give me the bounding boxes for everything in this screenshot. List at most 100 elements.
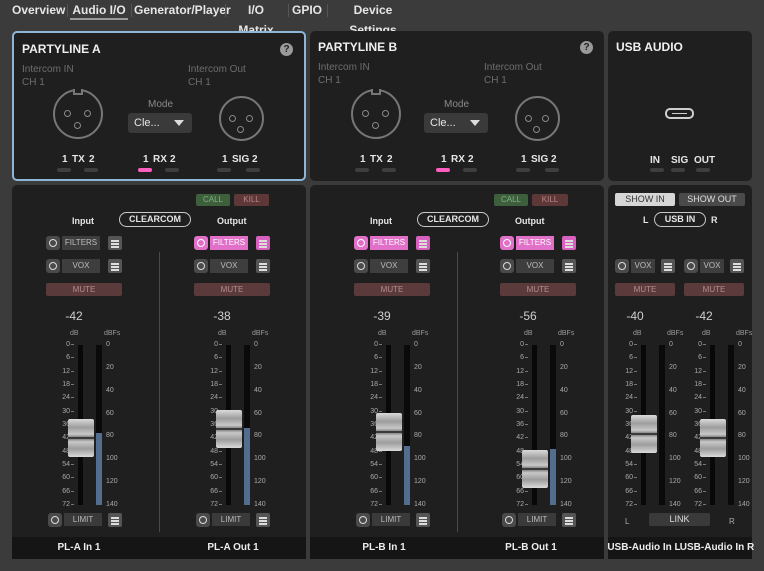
- rx-indicator-1: 1: [143, 154, 149, 165]
- tab-audio-io[interactable]: Audio I/O: [70, 0, 128, 20]
- usb-audio-panel[interactable]: USB AUDIO IN SIG OUT: [608, 31, 752, 181]
- db-tick-mark: [525, 370, 528, 372]
- vox-button[interactable]: VOX: [700, 259, 724, 273]
- vox-button[interactable]: VOX: [516, 259, 554, 273]
- vox-settings-icon[interactable]: [416, 259, 430, 273]
- clearcom-mode-toggle[interactable]: CLEARCOM: [417, 212, 489, 227]
- filters-power-icon[interactable]: [194, 236, 208, 250]
- dbfs-unit-label: dBFs: [558, 330, 575, 337]
- eq-settings-icon[interactable]: [562, 236, 576, 250]
- help-icon[interactable]: ?: [280, 43, 293, 56]
- db-tick-mark: [219, 384, 222, 385]
- filters-power-icon[interactable]: [354, 236, 368, 250]
- clearcom-mode-toggle[interactable]: CLEARCOM: [119, 212, 191, 227]
- fader-handle[interactable]: [376, 412, 402, 451]
- mute-button[interactable]: MUTE: [46, 283, 122, 296]
- vox-power-icon[interactable]: [615, 259, 629, 273]
- tab-gpio[interactable]: GPIO: [292, 0, 322, 20]
- show-in-button[interactable]: SHOW IN: [615, 193, 675, 206]
- vox-power-icon[interactable]: [354, 259, 368, 273]
- vox-power-icon[interactable]: [194, 259, 208, 273]
- mode-select[interactable]: Cle...: [424, 113, 488, 133]
- dbfs-tick-label: 100: [738, 455, 750, 463]
- tab-overview[interactable]: Overview: [12, 0, 65, 20]
- link-button[interactable]: LINK: [649, 513, 710, 526]
- vox-button[interactable]: VOX: [631, 259, 655, 273]
- vox-power-icon[interactable]: [684, 259, 698, 273]
- vox-settings-icon[interactable]: [108, 259, 122, 273]
- show-out-button[interactable]: SHOW OUT: [679, 193, 745, 206]
- db-tick-mark: [379, 490, 382, 492]
- filters-button[interactable]: FILTERS: [370, 236, 408, 250]
- db-tick-mark: [525, 344, 528, 345]
- vox-button[interactable]: VOX: [62, 259, 100, 273]
- db-tick-mark: [219, 477, 222, 479]
- filters-power-icon[interactable]: [500, 236, 514, 250]
- db-tick-label: 48: [62, 447, 70, 455]
- limit-button[interactable]: LIMIT: [518, 513, 556, 526]
- fader-handle[interactable]: [522, 450, 548, 489]
- call-button[interactable]: CALL: [494, 194, 528, 206]
- filters-button[interactable]: FILTERS: [516, 236, 554, 250]
- kill-button[interactable]: KILL: [532, 194, 568, 206]
- limit-power-icon[interactable]: [196, 513, 210, 527]
- vox-button[interactable]: VOX: [370, 259, 408, 273]
- usb-in-toggle[interactable]: USB IN: [654, 212, 706, 227]
- usb-in-label: IN: [650, 155, 660, 166]
- mode-select[interactable]: Cle...: [128, 113, 192, 133]
- partyline-a-panel[interactable]: PARTYLINE A ? Intercom IN CH 1 Intercom …: [12, 31, 306, 181]
- mute-button[interactable]: MUTE: [615, 283, 675, 296]
- limit-settings-icon[interactable]: [562, 513, 576, 527]
- limit-settings-icon[interactable]: [108, 513, 122, 527]
- kill-button[interactable]: KILL: [234, 194, 269, 206]
- limit-settings-icon[interactable]: [256, 513, 270, 527]
- filters-power-icon[interactable]: [46, 236, 60, 250]
- vox-settings-icon[interactable]: [661, 259, 675, 273]
- db-unit-label: dB: [378, 330, 387, 337]
- eq-settings-icon[interactable]: [256, 236, 270, 250]
- limit-power-icon[interactable]: [502, 513, 516, 527]
- mute-button[interactable]: MUTE: [354, 283, 430, 296]
- limit-power-icon[interactable]: [48, 513, 62, 527]
- vox-power-icon[interactable]: [46, 259, 60, 273]
- sig-label: SIG: [232, 154, 250, 165]
- xlr-out-icon: [219, 96, 264, 141]
- db-tick-mark: [219, 357, 222, 359]
- filters-button[interactable]: FILTERS: [210, 236, 248, 250]
- usb-right-label: R: [711, 215, 718, 225]
- tab-io-matrix[interactable]: I/O Matrix: [229, 0, 283, 37]
- vox-settings-icon[interactable]: [562, 259, 576, 273]
- dbfs-tick-label: 20: [106, 363, 114, 371]
- limit-button[interactable]: LIMIT: [212, 513, 250, 526]
- call-button[interactable]: CALL: [196, 194, 230, 206]
- vox-settings-icon[interactable]: [256, 259, 270, 273]
- dbfs-tick-label: 60: [106, 409, 114, 417]
- mute-button[interactable]: MUTE: [684, 283, 744, 296]
- vox-settings-icon[interactable]: [730, 259, 744, 273]
- db-tick-label: 30: [210, 407, 218, 415]
- tab-generator-player[interactable]: Generator/Player: [134, 0, 231, 20]
- filters-button[interactable]: FILTERS: [62, 236, 100, 250]
- vox-button[interactable]: VOX: [210, 259, 248, 273]
- mute-button[interactable]: MUTE: [194, 283, 270, 296]
- tab-device-settings[interactable]: Device Settings: [332, 0, 414, 37]
- help-icon[interactable]: ?: [580, 41, 593, 54]
- dbfs-tick-label: 20: [254, 363, 262, 371]
- limit-button[interactable]: LIMIT: [372, 513, 410, 526]
- rx-indicator-2: 2: [468, 154, 474, 165]
- limit-settings-icon[interactable]: [416, 513, 430, 527]
- fader-handle[interactable]: [700, 419, 726, 458]
- fader-handle[interactable]: [216, 410, 242, 449]
- mode-value: Cle...: [430, 117, 456, 129]
- limit-power-icon[interactable]: [356, 513, 370, 527]
- vox-power-icon[interactable]: [500, 259, 514, 273]
- mute-button[interactable]: MUTE: [500, 283, 576, 296]
- limit-button[interactable]: LIMIT: [64, 513, 102, 526]
- fader-handle[interactable]: [68, 419, 94, 458]
- partyline-b-panel[interactable]: PARTYLINE B ? Intercom IN CH 1 Intercom …: [310, 31, 604, 181]
- fader-handle[interactable]: [631, 414, 657, 453]
- eq-settings-icon[interactable]: [108, 236, 122, 250]
- db-unit-label: dB: [702, 330, 711, 337]
- dbfs-unit-label: dBFs: [667, 330, 684, 337]
- eq-settings-icon[interactable]: [416, 236, 430, 250]
